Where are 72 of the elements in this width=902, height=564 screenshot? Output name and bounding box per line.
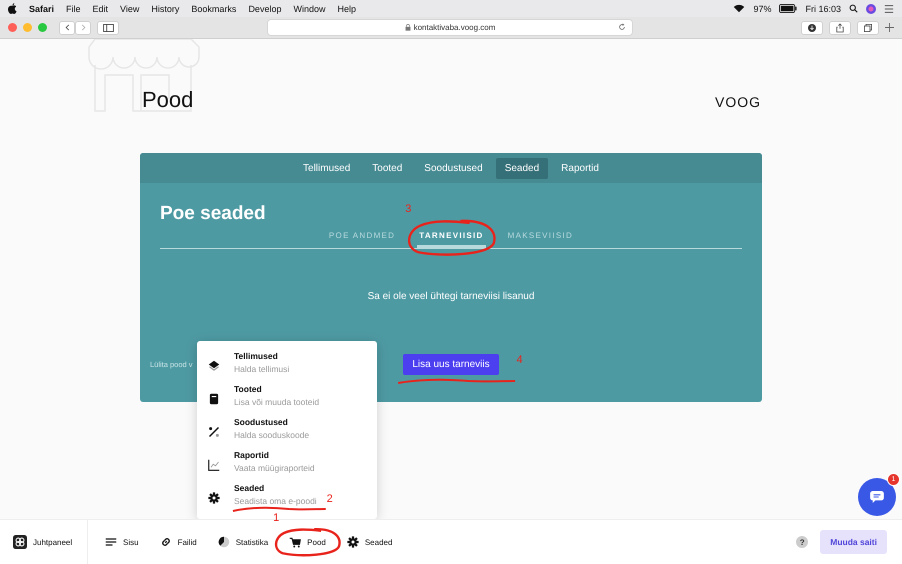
nav-tab[interactable]: Tellimused <box>294 158 360 178</box>
chat-icon <box>870 491 884 503</box>
back-button[interactable] <box>59 20 75 34</box>
cart-icon <box>289 536 302 548</box>
menu-option[interactable]: Seaded Seadista oma e-poodi 2 <box>197 480 377 513</box>
chevron-right-icon <box>80 24 86 31</box>
address-field[interactable]: kontaktivaba.voog.com <box>267 19 633 36</box>
annotation-number: 1 <box>273 512 280 524</box>
gear-icon <box>346 536 359 548</box>
menu-item[interactable]: History <box>151 4 180 14</box>
section-title: Poe seaded <box>160 203 266 225</box>
layers-icon <box>208 360 220 372</box>
help-button[interactable]: ? <box>796 536 808 548</box>
battery-icon[interactable] <box>779 4 798 13</box>
menu-item[interactable]: Help <box>337 4 356 14</box>
chat-button[interactable] <box>858 478 896 516</box>
menu-option[interactable]: Soodustused Halda sooduskoode <box>197 414 377 447</box>
wifi-icon[interactable] <box>733 4 746 13</box>
siri-icon[interactable] <box>866 4 876 14</box>
tabs-button[interactable] <box>857 20 879 34</box>
download-icon <box>808 24 816 32</box>
percent-icon <box>208 426 220 438</box>
menu-option[interactable]: Tellimused Halda tellimusi <box>197 348 377 381</box>
menu-item[interactable]: Edit <box>92 4 108 14</box>
logo[interactable]: VOOG <box>714 94 761 113</box>
nav-tab[interactable]: Raportid <box>552 158 608 178</box>
nav-tab[interactable]: Tooted <box>363 158 412 178</box>
toolbar-item[interactable]: Sisu <box>101 536 143 548</box>
battery-percent: 97% <box>753 4 772 14</box>
link-icon <box>160 536 172 548</box>
menu-item[interactable]: Window <box>293 4 326 14</box>
annotation-number: 3 <box>405 203 412 215</box>
dashboard-link[interactable]: Juhtpaneel <box>33 538 72 546</box>
share-button[interactable] <box>829 20 851 34</box>
page-title: Pood <box>142 87 194 113</box>
menu-option[interactable]: Raportid Vaata müügiraporteid <box>197 447 377 480</box>
pie-icon <box>218 536 230 548</box>
box-icon <box>208 393 220 405</box>
reload-icon[interactable] <box>618 23 626 31</box>
lock-icon <box>404 24 411 31</box>
empty-message: Sa ei ole veel ühtegi tarneviisi lisanud <box>366 291 536 302</box>
toolbar-item[interactable]: Failid <box>156 536 201 548</box>
menu-item[interactable]: Bookmarks <box>191 4 236 14</box>
menu-item[interactable]: Develop <box>248 4 282 14</box>
lines-icon <box>105 536 117 548</box>
menu-option[interactable]: Tooted Lisa või muuda tooteid <box>197 381 377 414</box>
toolbar-item[interactable]: Seaded <box>342 536 396 548</box>
menu-app-name[interactable]: Safari <box>29 4 54 14</box>
toolbar-item[interactable]: Statistika <box>214 536 272 548</box>
search-icon[interactable] <box>849 4 858 13</box>
dashboard-logo-icon[interactable] <box>13 535 27 549</box>
clock[interactable]: Fri 16:03 <box>805 4 841 14</box>
edit-site-button[interactable]: Muuda saiti <box>820 530 887 554</box>
list-icon[interactable] <box>884 4 894 14</box>
chart-icon <box>208 459 220 471</box>
add-shipping-button[interactable]: Lisa uus tarneviis <box>403 354 499 375</box>
new-tab-icon[interactable] <box>885 23 894 32</box>
annotation-number: 2 <box>326 493 333 505</box>
sidebar-button[interactable] <box>97 20 119 34</box>
tabs-icon <box>864 24 872 32</box>
annotation-number: 4 <box>516 354 523 366</box>
sidebar-icon <box>102 24 114 32</box>
menu-item[interactable]: View <box>120 4 140 14</box>
download-button[interactable] <box>801 20 823 34</box>
nav-tab[interactable]: Seaded <box>496 158 548 178</box>
apple-icon[interactable] <box>8 3 17 14</box>
menu-item[interactable]: File <box>66 4 81 14</box>
chevron-left-icon <box>64 24 70 31</box>
toolbar-item[interactable]: Pood <box>285 536 330 548</box>
gear-icon <box>208 492 220 504</box>
share-icon <box>836 22 844 32</box>
nav-tab[interactable]: Soodustused <box>415 158 492 178</box>
